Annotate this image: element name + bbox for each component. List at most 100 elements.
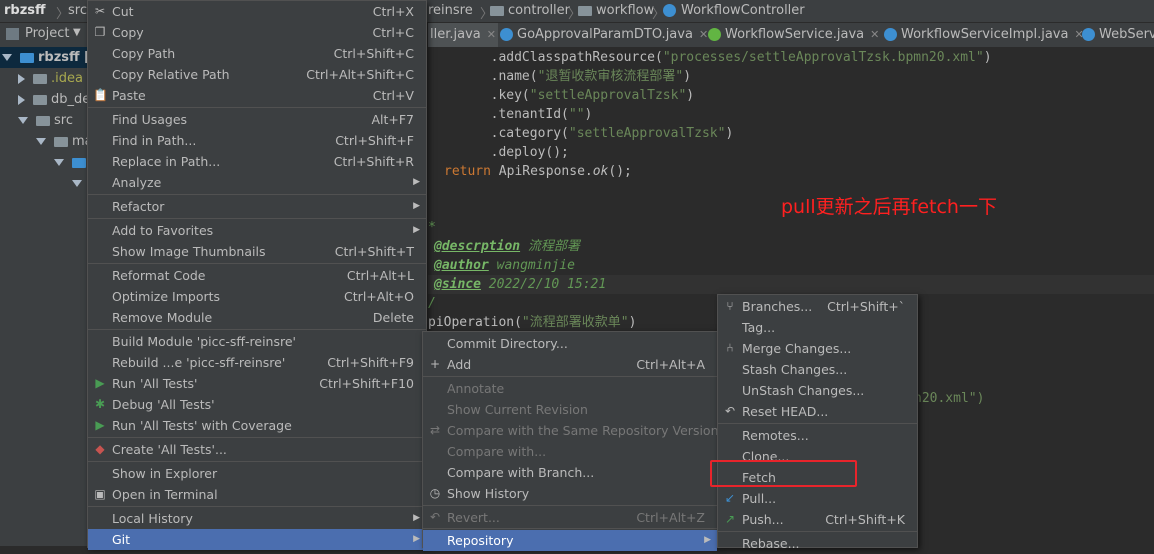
- breadcrumb-project[interactable]: rbzsff: [4, 3, 46, 18]
- chevron-down-icon[interactable]: ▼: [73, 27, 81, 38]
- close-icon[interactable]: ✕: [487, 28, 496, 41]
- menu-item-compare-with-branch[interactable]: Compare with Branch...: [423, 462, 717, 483]
- menu-item-copy-path[interactable]: Copy Path Ctrl+Shift+C: [88, 43, 426, 64]
- menu-item-cut[interactable]: ✂ Cut Ctrl+X: [88, 1, 426, 22]
- menu-item-label: Run 'All Tests': [112, 376, 198, 391]
- menu-item-add-to-favorites[interactable]: Add to Favorites ▶: [88, 220, 426, 241]
- pull-icon: ↙: [724, 491, 736, 505]
- submenu-arrow-icon: ▶: [413, 513, 420, 523]
- menu-item-merge-changes[interactable]: ⑃ Merge Changes...: [718, 338, 917, 359]
- menu-item-remove-module[interactable]: Remove Module Delete: [88, 307, 426, 328]
- menu-item-show-history[interactable]: ◷ Show History: [423, 483, 717, 504]
- menu-item-push[interactable]: ↗ Push... Ctrl+Shift+K: [718, 509, 917, 530]
- shortcut-label: Ctrl+Shift+F9: [327, 355, 414, 370]
- merge-icon: ⑃: [726, 341, 734, 355]
- menu-item-run-all-tests[interactable]: ▶ Run 'All Tests' Ctrl+Shift+F10: [88, 373, 426, 394]
- menu-item-create-all-tests[interactable]: ◆ Create 'All Tests'...: [88, 439, 426, 460]
- menu-item-find-in-path[interactable]: Find in Path... Ctrl+Shift+F: [88, 130, 426, 151]
- tree-item-root[interactable]: rbzsff [pi: [0, 47, 104, 68]
- breadcrumb-workflow[interactable]: workflow: [596, 3, 654, 18]
- menu-item-label: Remove Module: [112, 310, 213, 325]
- menu-item-rebase[interactable]: Rebase...: [718, 533, 917, 554]
- expand-arrow-icon[interactable]: [54, 159, 64, 166]
- menu-item-optimize-imports[interactable]: Optimize Imports Ctrl+Alt+O: [88, 286, 426, 307]
- menu-item-show-in-explorer[interactable]: Show in Explorer: [88, 463, 426, 484]
- menu-item-branches[interactable]: ⑂ Branches... Ctrl+Shift+`: [718, 296, 917, 317]
- menu-item-label: Local History: [112, 511, 193, 526]
- menu-item-analyze[interactable]: Analyze ▶: [88, 172, 426, 193]
- menu-item-commit-directory[interactable]: Commit Directory...: [423, 333, 717, 354]
- expand-arrow-icon[interactable]: [18, 117, 28, 124]
- menu-item-tag[interactable]: Tag...: [718, 317, 917, 338]
- tab-goapproval[interactable]: GoApprovalParamDTO.java ✕: [500, 23, 708, 47]
- menu-item-stash-changes[interactable]: Stash Changes...: [718, 359, 917, 380]
- menu-item-revert: ↶ Revert... Ctrl+Alt+Z: [423, 507, 717, 528]
- breadcrumb-module[interactable]: reinsre: [428, 3, 473, 18]
- tree-item-java[interactable]: [0, 152, 90, 173]
- submenu-arrow-icon: ▶: [413, 534, 420, 544]
- expand-arrow-icon[interactable]: [18, 94, 25, 105]
- tab-workflowserviceimpl[interactable]: WorkflowServiceImpl.java ✕: [884, 23, 1084, 47]
- menu-separator: [718, 423, 917, 424]
- menu-item-compare-with: Compare with...: [423, 441, 717, 462]
- project-icon: [6, 28, 19, 40]
- breadcrumb-class[interactable]: WorkflowController: [681, 3, 805, 18]
- menu-item-rebuild-e-picc-sff-reinsre[interactable]: Rebuild ...e 'picc-sff-reinsre' Ctrl+Shif…: [88, 352, 426, 373]
- expand-arrow-icon[interactable]: [72, 180, 82, 187]
- menu-separator: [423, 528, 717, 529]
- menu-item-show-image-thumbnails[interactable]: Show Image Thumbnails Ctrl+Shift+T: [88, 241, 426, 262]
- tab-controller[interactable]: ller.java ✕: [428, 23, 498, 47]
- shortcut-label: Ctrl+X: [372, 4, 414, 19]
- menu-item-replace-in-path[interactable]: Replace in Path... Ctrl+Shift+R: [88, 151, 426, 172]
- tree-item-main[interactable]: ma: [0, 131, 93, 152]
- tab-webservice[interactable]: WebServ: [1082, 23, 1154, 47]
- menu-item-remotes[interactable]: Remotes...: [718, 425, 917, 446]
- close-icon[interactable]: ✕: [870, 28, 879, 41]
- menu-item-build-module-picc-sff-reinsre[interactable]: Build Module 'picc-sff-reinsre': [88, 331, 426, 352]
- expand-arrow-icon[interactable]: [18, 73, 25, 84]
- module-folder-icon: [20, 52, 34, 63]
- tree-item-label: .idea: [51, 71, 83, 86]
- code-line: /: [428, 296, 436, 311]
- close-icon[interactable]: ✕: [699, 28, 708, 41]
- menu-item-label: Analyze: [112, 175, 162, 190]
- menu-item-open-in-terminal[interactable]: ▣ Open in Terminal: [88, 484, 426, 505]
- tree-item-src[interactable]: src: [0, 110, 73, 131]
- menu-item-label: Show Current Revision: [447, 402, 588, 417]
- expand-arrow-icon[interactable]: [36, 138, 46, 145]
- menu-item-label: Repository: [447, 533, 514, 548]
- menu-item-debug-all-tests[interactable]: ✱ Debug 'All Tests': [88, 394, 426, 415]
- menu-item-unstash-changes[interactable]: UnStash Changes...: [718, 380, 917, 401]
- menu-item-local-history[interactable]: Local History ▶: [88, 508, 426, 529]
- menu-item-refactor[interactable]: Refactor ▶: [88, 196, 426, 217]
- context-menu: ✂ Cut Ctrl+X ❐ Copy Ctrl+C Copy Path Ctrl+Shift…: [87, 0, 427, 550]
- tree-item-label: db_de: [51, 92, 91, 107]
- tree-item-idea[interactable]: .idea: [0, 68, 83, 89]
- menu-item-label: Compare with Branch...: [447, 465, 595, 480]
- menu-item-copy-relative-path[interactable]: Copy Relative Path Ctrl+Alt+Shift+C: [88, 64, 426, 85]
- menu-item-reset-head[interactable]: ↶ Reset HEAD...: [718, 401, 917, 422]
- tree-item-db[interactable]: db_de: [0, 89, 90, 110]
- menu-item-find-usages[interactable]: Find Usages Alt+F7: [88, 109, 426, 130]
- breadcrumb-folder-icon: [578, 3, 596, 18]
- menu-item-label: Commit Directory...: [447, 336, 568, 351]
- menu-item-repository[interactable]: Repository ▶: [423, 530, 717, 551]
- tab-workflowservice[interactable]: WorkflowService.java ✕: [708, 23, 879, 47]
- menu-item-paste[interactable]: 📋 Paste Ctrl+V: [88, 85, 426, 106]
- menu-item-label: Replace in Path...: [112, 154, 221, 169]
- expand-arrow-icon[interactable]: [2, 54, 12, 61]
- menu-item-copy[interactable]: ❐ Copy Ctrl+C: [88, 22, 426, 43]
- menu-item-git[interactable]: Git ▶: [88, 529, 426, 550]
- menu-item-label: Branches...: [742, 299, 813, 314]
- code-line: .tenantId(""): [428, 107, 593, 122]
- tree-item-package[interactable]: [0, 173, 90, 194]
- breadcrumb-controller[interactable]: controller: [508, 3, 570, 18]
- breadcrumb-src[interactable]: src: [68, 3, 87, 18]
- project-panel-title[interactable]: Project: [25, 26, 69, 41]
- menu-separator: [423, 505, 717, 506]
- shortcut-label: Ctrl+Shift+C: [333, 46, 414, 61]
- menu-item-run-all-tests-with-coverage[interactable]: ▶ Run 'All Tests' with Coverage: [88, 415, 426, 436]
- menu-item-add[interactable]: + Add Ctrl+Alt+A: [423, 354, 717, 375]
- menu-item-pull[interactable]: ↙ Pull...: [718, 488, 917, 509]
- menu-item-reformat-code[interactable]: Reformat Code Ctrl+Alt+L: [88, 265, 426, 286]
